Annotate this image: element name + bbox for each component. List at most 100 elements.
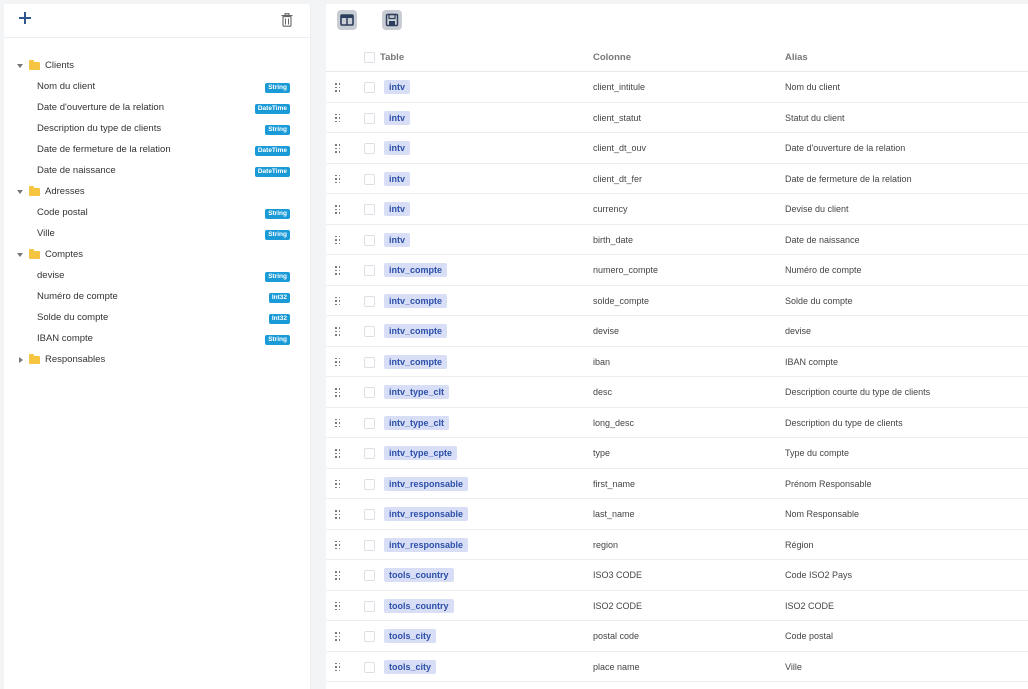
- caret-down-icon[interactable]: [17, 190, 23, 194]
- alias-value[interactable]: Code ISO2 Pays: [785, 570, 852, 580]
- add-icon[interactable]: [18, 11, 32, 25]
- row-checkbox[interactable]: [364, 295, 375, 307]
- tree-field[interactable]: Ville String: [4, 224, 310, 245]
- table-row[interactable]: intv_compte solde_compte Solde du compte: [326, 286, 1028, 316]
- drag-handle-icon[interactable]: [335, 449, 341, 458]
- alias-value[interactable]: devise: [785, 326, 811, 336]
- drag-handle-icon[interactable]: [335, 174, 341, 184]
- alias-value[interactable]: IBAN compte: [785, 357, 838, 367]
- row-checkbox[interactable]: [364, 326, 375, 337]
- alias-value[interactable]: ISO2 CODE: [785, 601, 834, 611]
- save-button[interactable]: [382, 10, 402, 30]
- drag-handle-icon[interactable]: [335, 632, 341, 641]
- row-checkbox[interactable]: [364, 265, 375, 276]
- drag-handle-icon[interactable]: [335, 266, 341, 275]
- table-row[interactable]: intv client_dt_ouv Date d'ouverture de la …: [326, 133, 1028, 164]
- table-row[interactable]: intv_responsable last_name Nom Responsable: [326, 499, 1028, 530]
- tree-field[interactable]: Date de naissance DateTime: [4, 161, 310, 182]
- table-row[interactable]: intv_type_clt desc Description courte du t…: [326, 377, 1028, 408]
- table-row[interactable]: tools_country ISO3 CODE Code ISO2 Pays: [326, 560, 1028, 591]
- alias-value[interactable]: Description courte du type de clients: [785, 387, 930, 397]
- drag-handle-icon[interactable]: [335, 327, 341, 336]
- row-checkbox[interactable]: [364, 661, 375, 673]
- table-row[interactable]: intv_compte devise devise: [326, 316, 1028, 347]
- caret-down-icon[interactable]: [17, 253, 23, 257]
- drag-handle-icon[interactable]: [335, 571, 341, 580]
- table-row[interactable]: intv client_intitule Nom du client: [326, 72, 1028, 103]
- alias-value[interactable]: Nom Responsable: [785, 509, 859, 519]
- tree-group-responsables[interactable]: Responsables: [4, 350, 310, 371]
- row-checkbox[interactable]: [364, 448, 375, 459]
- table-row[interactable]: intv_compte iban IBAN compte: [326, 347, 1028, 377]
- row-checkbox[interactable]: [364, 478, 375, 490]
- table-row[interactable]: intv client_statut Statut du client: [326, 103, 1028, 133]
- tree-field[interactable]: Date d'ouverture de la relation DateTime: [4, 98, 310, 119]
- alias-value[interactable]: Date de naissance: [785, 235, 860, 245]
- row-checkbox[interactable]: [364, 387, 375, 398]
- alias-value[interactable]: Date d'ouverture de la relation: [785, 143, 905, 153]
- table-row[interactable]: intv_responsable region Région: [326, 530, 1028, 560]
- drag-handle-icon[interactable]: [335, 357, 341, 367]
- alias-value[interactable]: Ville: [785, 662, 802, 672]
- row-checkbox[interactable]: [364, 143, 375, 154]
- drag-handle-icon[interactable]: [335, 510, 341, 519]
- tree-field[interactable]: devise String: [4, 266, 310, 287]
- tree-field[interactable]: Nom du client String: [4, 77, 310, 98]
- trash-icon[interactable]: [281, 12, 293, 27]
- drag-handle-icon[interactable]: [335, 296, 341, 306]
- tree-field[interactable]: Solde du compte Int32: [4, 308, 310, 329]
- tree-group-adresses[interactable]: Adresses: [4, 182, 310, 203]
- drag-handle-icon[interactable]: [335, 418, 341, 428]
- tree-group-clients[interactable]: Clients: [4, 56, 310, 77]
- caret-down-icon[interactable]: [17, 64, 23, 68]
- alias-value[interactable]: Code postal: [785, 631, 833, 641]
- row-checkbox[interactable]: [364, 173, 375, 185]
- table-row[interactable]: intv birth_date Date de naissance: [326, 225, 1028, 255]
- table-row[interactable]: intv_compte numero_compte Numéro de compte: [326, 255, 1028, 286]
- drag-handle-icon[interactable]: [335, 479, 341, 489]
- drag-handle-icon[interactable]: [335, 113, 341, 123]
- row-checkbox[interactable]: [364, 539, 375, 551]
- alias-value[interactable]: Devise du client: [785, 204, 849, 214]
- drag-handle-icon[interactable]: [335, 83, 341, 92]
- table-row[interactable]: tools_country ISO2 CODE ISO2 CODE: [326, 591, 1028, 621]
- row-checkbox[interactable]: [364, 356, 375, 368]
- table-row[interactable]: intv client_dt_fer Date de fermeture de la…: [326, 164, 1028, 194]
- alias-value[interactable]: Solde du compte: [785, 296, 853, 306]
- split-view-button[interactable]: [337, 10, 357, 30]
- row-checkbox[interactable]: [364, 509, 375, 520]
- tree-field[interactable]: Numéro de compte Int32: [4, 287, 310, 308]
- alias-value[interactable]: Type du compte: [785, 448, 849, 458]
- alias-value[interactable]: Description du type de clients: [785, 418, 903, 428]
- drag-handle-icon[interactable]: [335, 144, 341, 153]
- tree-field[interactable]: Code postal String: [4, 203, 310, 224]
- alias-value[interactable]: Région: [785, 540, 814, 550]
- tree-field[interactable]: Description du type de clients String: [4, 119, 310, 140]
- row-checkbox[interactable]: [364, 82, 375, 93]
- table-row[interactable]: tools_city place name Ville: [326, 652, 1028, 682]
- drag-handle-icon[interactable]: [335, 662, 341, 672]
- table-row[interactable]: tools_city postal code Code postal: [326, 621, 1028, 652]
- drag-handle-icon[interactable]: [335, 601, 341, 611]
- table-row[interactable]: intv_responsable first_name Prénom Respons…: [326, 469, 1028, 499]
- table-row[interactable]: intv currency Devise du client: [326, 194, 1028, 225]
- drag-handle-icon[interactable]: [335, 235, 341, 245]
- alias-value[interactable]: Date de fermeture de la relation: [785, 174, 912, 184]
- row-checkbox[interactable]: [364, 570, 375, 581]
- table-row[interactable]: intv_type_cpte type Type du compte: [326, 438, 1028, 469]
- row-checkbox[interactable]: [364, 112, 375, 124]
- alias-value[interactable]: Numéro de compte: [785, 265, 862, 275]
- alias-value[interactable]: Prénom Responsable: [785, 479, 872, 489]
- row-checkbox[interactable]: [364, 204, 375, 215]
- alias-value[interactable]: Statut du client: [785, 113, 845, 123]
- select-all-checkbox[interactable]: [364, 52, 375, 63]
- row-checkbox[interactable]: [364, 631, 375, 642]
- tree-field[interactable]: Date de fermeture de la relation DateTime: [4, 140, 310, 161]
- row-checkbox[interactable]: [364, 600, 375, 612]
- tree-field[interactable]: IBAN compte String: [4, 329, 310, 350]
- alias-value[interactable]: Nom du client: [785, 82, 840, 92]
- drag-handle-icon[interactable]: [335, 388, 341, 397]
- caret-right-icon[interactable]: [19, 357, 23, 363]
- table-row[interactable]: intv_type_clt long_desc Description du typ…: [326, 408, 1028, 438]
- row-checkbox[interactable]: [364, 417, 375, 429]
